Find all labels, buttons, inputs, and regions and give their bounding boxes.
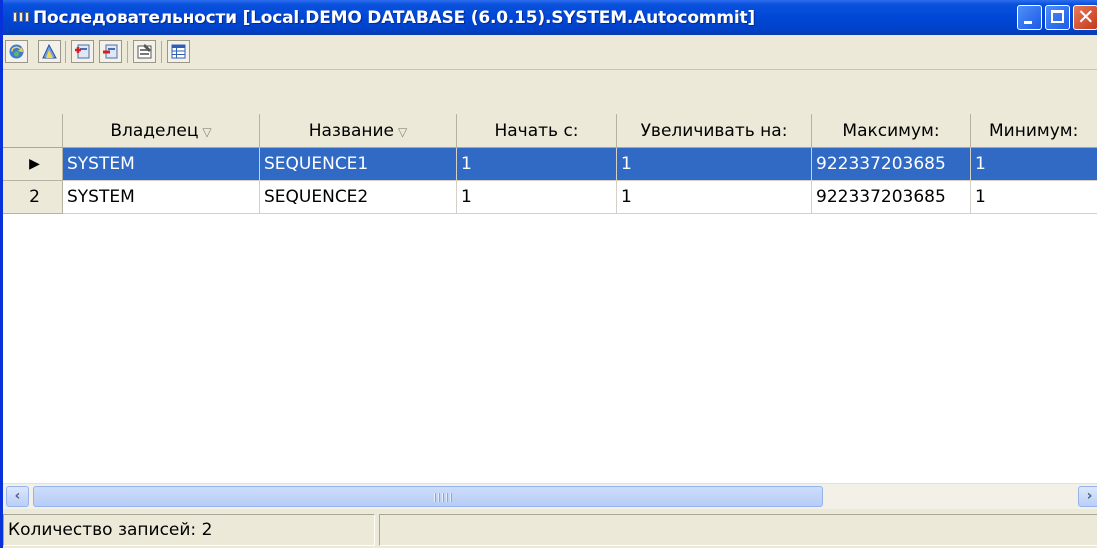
- maximize-icon: [1051, 10, 1064, 23]
- window-icon: [13, 12, 29, 22]
- close-icon: ✕: [1077, 5, 1095, 29]
- sort-icon: ▽: [398, 125, 408, 139]
- cell-start[interactable]: 1: [457, 181, 617, 214]
- sequences-window: Последовательности [Local.DEMO DATABASE …: [0, 0, 1097, 548]
- cell-min[interactable]: 1: [971, 148, 1097, 181]
- column-label: Начать с:: [494, 121, 579, 141]
- cell-min[interactable]: 1: [971, 181, 1097, 214]
- status-record-count: Количество записей: 2: [3, 514, 375, 546]
- toolbar-separator: [127, 41, 128, 63]
- properties-icon: [137, 44, 152, 59]
- cell-owner[interactable]: SYSTEM: [63, 148, 260, 181]
- status-panel: [379, 514, 1097, 546]
- cell-increment[interactable]: 1: [617, 181, 812, 214]
- column-label: Увеличивать на:: [640, 121, 788, 141]
- chevron-right-icon: ›: [1086, 488, 1093, 504]
- cell-max[interactable]: 922337203685: [812, 181, 971, 214]
- maximize-button[interactable]: [1045, 5, 1070, 30]
- add-button[interactable]: [71, 40, 94, 63]
- cell-owner[interactable]: SYSTEM: [63, 181, 260, 214]
- column-header-max[interactable]: Максимум:: [812, 114, 971, 148]
- grid-view-icon: [171, 44, 186, 59]
- toolbar-separator: [161, 41, 162, 63]
- row-indicator: ▶: [3, 148, 63, 181]
- close-button[interactable]: ✕: [1073, 5, 1097, 30]
- row-indicator: 2: [3, 181, 63, 214]
- grip-icon: [434, 493, 454, 502]
- toolbar-separator: [65, 41, 66, 63]
- toolbar: [3, 35, 1097, 70]
- refresh-button[interactable]: [5, 40, 28, 63]
- cell-max[interactable]: 922337203685: [812, 148, 971, 181]
- sort-icon: ▽: [202, 125, 212, 139]
- sequence-button[interactable]: [38, 40, 61, 63]
- column-label: Название: [308, 121, 395, 141]
- scroll-left-button[interactable]: ‹: [6, 486, 29, 507]
- properties-button[interactable]: [133, 40, 156, 63]
- column-label: Максимум:: [842, 121, 940, 141]
- delete-button[interactable]: [99, 40, 122, 63]
- column-header-owner[interactable]: Владелец ▽: [63, 114, 260, 148]
- delete-icon: [103, 44, 118, 59]
- scroll-thumb[interactable]: [33, 486, 823, 507]
- chevron-left-icon: ‹: [14, 488, 21, 504]
- cell-name[interactable]: SEQUENCE1: [260, 148, 457, 181]
- scroll-right-button[interactable]: ›: [1078, 486, 1097, 507]
- column-label: Владелец: [110, 121, 199, 141]
- column-label: Минимум:: [989, 121, 1079, 141]
- status-bar: Количество записей: 2: [3, 510, 1097, 548]
- cell-start[interactable]: 1: [457, 148, 617, 181]
- column-header-name[interactable]: Название ▽: [260, 114, 457, 148]
- table-row[interactable]: 2 SYSTEM SEQUENCE2 1 1 922337203685 1: [3, 181, 1097, 214]
- sequence-icon: [42, 43, 57, 59]
- title-bar[interactable]: Последовательности [Local.DEMO DATABASE …: [3, 0, 1097, 35]
- header-indicator: [3, 114, 63, 148]
- add-icon: [75, 44, 90, 59]
- column-header-increment[interactable]: Увеличивать на:: [617, 114, 812, 148]
- refresh-icon: [9, 44, 24, 59]
- column-header-start[interactable]: Начать с:: [457, 114, 617, 148]
- horizontal-scrollbar[interactable]: ‹ ›: [3, 483, 1097, 509]
- minimize-icon: [1024, 21, 1032, 24]
- column-header-min[interactable]: Минимум:: [971, 114, 1097, 148]
- grid-header: Владелец ▽ Название ▽ Начать с: Увеличиват…: [3, 114, 1097, 148]
- grid-view-button[interactable]: [167, 40, 190, 63]
- table-row[interactable]: ▶ SYSTEM SEQUENCE1 1 1 922337203685 1: [3, 148, 1097, 181]
- cell-name[interactable]: SEQUENCE2: [260, 181, 457, 214]
- minimize-button[interactable]: [1017, 5, 1042, 30]
- cell-increment[interactable]: 1: [617, 148, 812, 181]
- window-title: Последовательности [Local.DEMO DATABASE …: [33, 8, 755, 28]
